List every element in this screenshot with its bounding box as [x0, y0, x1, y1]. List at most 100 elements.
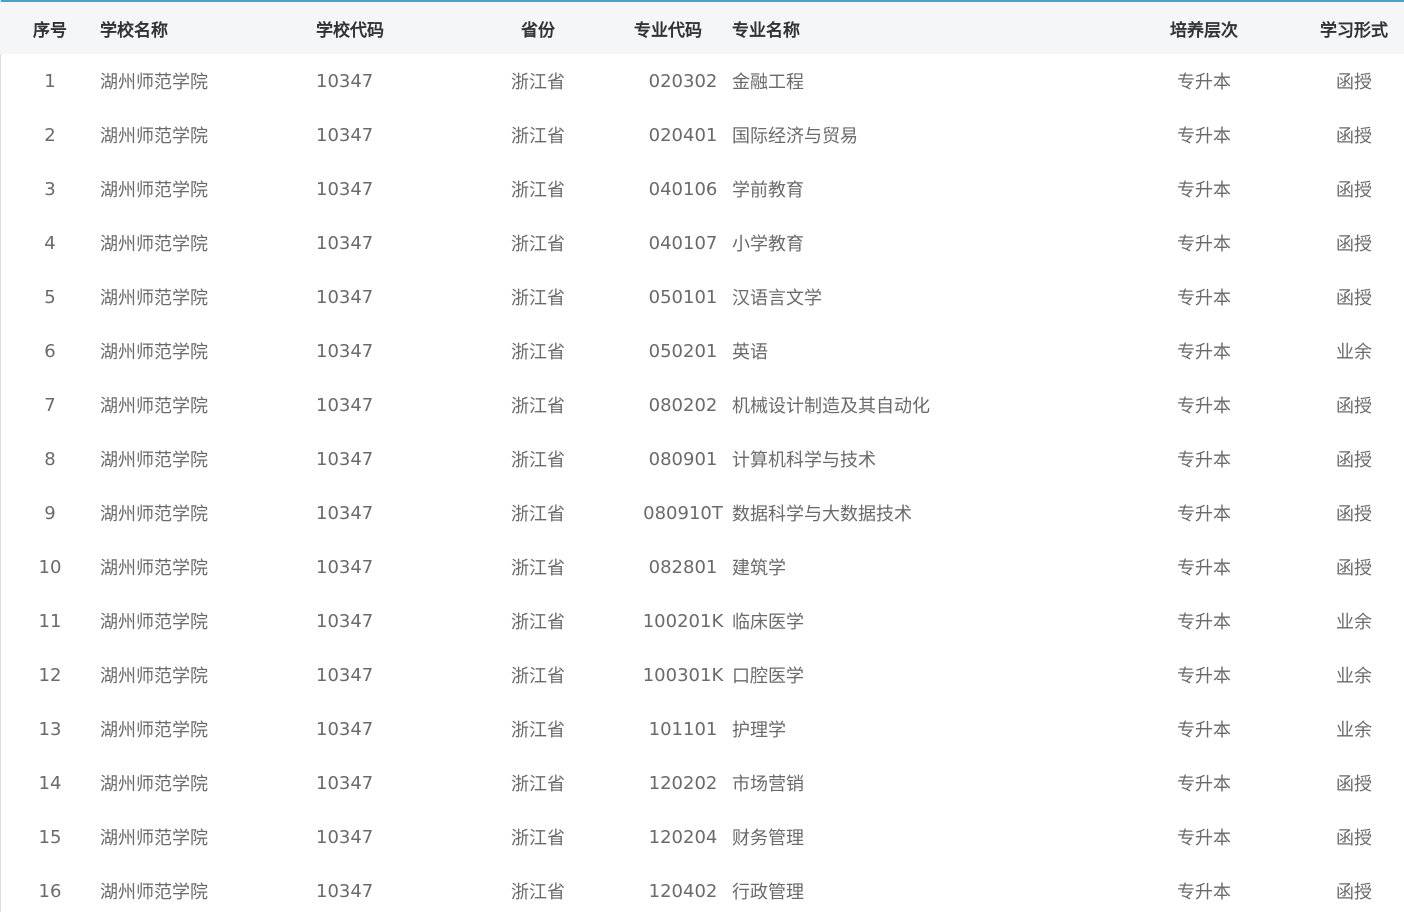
cell-level: 专升本: [1177, 504, 1231, 525]
cell-study-mode: 函授: [1336, 396, 1372, 417]
cell-index: 10: [38, 556, 62, 578]
cell-level: 专升本: [1177, 720, 1231, 741]
cell-index: 14: [38, 772, 62, 794]
table-row: 11 湖州师范学院 10347 浙江省 100201K 临床医学 专升本 业余: [0, 594, 1404, 648]
cell-school-name: 湖州师范学院: [100, 720, 208, 741]
cell-major-name: 汉语言文学: [732, 288, 822, 309]
cell-school-name: 湖州师范学院: [100, 504, 208, 525]
cell-province: 浙江省: [511, 828, 565, 849]
cell-major-name: 财务管理: [732, 828, 804, 849]
cell-school-code: 10347: [316, 340, 374, 362]
cell-level: 专升本: [1177, 342, 1231, 363]
table-row: 2 湖州师范学院 10347 浙江省 020401 国际经济与贸易 专升本 函授: [0, 108, 1404, 162]
cell-school-name: 湖州师范学院: [100, 288, 208, 309]
cell-school-name: 湖州师范学院: [100, 396, 208, 417]
cell-school-name: 湖州师范学院: [100, 666, 208, 687]
cell-level: 专升本: [1177, 882, 1231, 903]
cell-level: 专升本: [1177, 450, 1231, 471]
table-row: 5 湖州师范学院 10347 浙江省 050101 汉语言文学 专升本 函授: [0, 270, 1404, 324]
col-header-major-code: 专业代码: [634, 20, 702, 41]
col-header-index: 序号: [33, 20, 67, 41]
cell-school-name: 湖州师范学院: [100, 450, 208, 471]
cell-study-mode: 业余: [1336, 666, 1372, 687]
table-row: 9 湖州师范学院 10347 浙江省 080910T 数据科学与大数据技术 专升本 函授: [0, 486, 1404, 540]
cell-school-code: 10347: [316, 610, 374, 632]
cell-school-name: 湖州师范学院: [100, 126, 208, 147]
cell-school-code: 10347: [316, 826, 374, 848]
cell-study-mode: 业余: [1336, 612, 1372, 633]
cell-study-mode: 函授: [1336, 126, 1372, 147]
cell-study-mode: 函授: [1336, 72, 1372, 93]
col-header-school-name: 学校名称: [100, 20, 168, 41]
cell-study-mode: 函授: [1336, 882, 1372, 903]
col-header-school-code: 学校代码: [316, 20, 384, 41]
table-row: 16 湖州师范学院 10347 浙江省 120402 行政管理 专升本 函授: [0, 864, 1404, 912]
cell-school-name: 湖州师范学院: [100, 882, 208, 903]
cell-school-code: 10347: [316, 394, 374, 416]
cell-major-name: 金融工程: [732, 72, 804, 93]
cell-province: 浙江省: [511, 288, 565, 309]
cell-level: 专升本: [1177, 612, 1231, 633]
cell-province: 浙江省: [511, 612, 565, 633]
cell-index: 15: [38, 826, 62, 848]
cell-province: 浙江省: [511, 234, 565, 255]
cell-level: 专升本: [1177, 234, 1231, 255]
cell-study-mode: 函授: [1336, 288, 1372, 309]
table-header-row: 序号 学校名称 学校代码 省份 专业代码 专业名称 培养层次 学习形式: [0, 2, 1404, 54]
cell-school-code: 10347: [316, 124, 374, 146]
cell-level: 专升本: [1177, 288, 1231, 309]
cell-level: 专升本: [1177, 828, 1231, 849]
cell-major-name: 口腔医学: [732, 666, 804, 687]
cell-major-code: 120204: [648, 826, 718, 848]
table-row: 7 湖州师范学院 10347 浙江省 080202 机械设计制造及其自动化 专升本 函授: [0, 378, 1404, 432]
cell-school-code: 10347: [316, 718, 374, 740]
table-body: 1 湖州师范学院 10347 浙江省 020302 金融工程 专升本 函授 2 湖州师范学院 103…: [0, 54, 1404, 912]
col-header-study-mode: 学习形式: [1320, 20, 1388, 41]
cell-index: 16: [38, 880, 62, 902]
cell-major-code: 020401: [648, 124, 718, 146]
cell-index: 13: [38, 718, 62, 740]
cell-major-code: 082801: [648, 556, 718, 578]
cell-index: 12: [38, 664, 62, 686]
cell-index: 6: [44, 340, 56, 362]
cell-level: 专升本: [1177, 396, 1231, 417]
col-header-major-name: 专业名称: [732, 20, 800, 41]
cell-major-code: 040107: [648, 232, 718, 254]
cell-study-mode: 函授: [1336, 450, 1372, 471]
cell-major-name: 国际经济与贸易: [732, 126, 858, 147]
cell-study-mode: 函授: [1336, 828, 1372, 849]
cell-study-mode: 函授: [1336, 558, 1372, 579]
cell-school-name: 湖州师范学院: [100, 612, 208, 633]
table-row: 1 湖州师范学院 10347 浙江省 020302 金融工程 专升本 函授: [0, 54, 1404, 108]
cell-school-code: 10347: [316, 70, 374, 92]
cell-major-name: 临床医学: [732, 612, 804, 633]
col-header-level: 培养层次: [1170, 20, 1238, 41]
cell-province: 浙江省: [511, 558, 565, 579]
cell-province: 浙江省: [511, 504, 565, 525]
cell-school-name: 湖州师范学院: [100, 774, 208, 795]
cell-major-name: 建筑学: [732, 558, 786, 579]
cell-school-code: 10347: [316, 556, 374, 578]
cell-major-code: 020302: [648, 70, 718, 92]
cell-major-name: 小学教育: [732, 234, 804, 255]
cell-level: 专升本: [1177, 774, 1231, 795]
cell-major-name: 学前教育: [732, 180, 804, 201]
cell-study-mode: 业余: [1336, 342, 1372, 363]
cell-study-mode: 函授: [1336, 180, 1372, 201]
cell-study-mode: 函授: [1336, 234, 1372, 255]
table-row: 8 湖州师范学院 10347 浙江省 080901 计算机科学与技术 专升本 函授: [0, 432, 1404, 486]
table-row: 3 湖州师范学院 10347 浙江省 040106 学前教育 专升本 函授: [0, 162, 1404, 216]
cell-study-mode: 函授: [1336, 774, 1372, 795]
cell-level: 专升本: [1177, 72, 1231, 93]
cell-province: 浙江省: [511, 180, 565, 201]
cell-index: 5: [44, 286, 56, 308]
cell-school-name: 湖州师范学院: [100, 342, 208, 363]
table-row: 10 湖州师范学院 10347 浙江省 082801 建筑学 专升本 函授: [0, 540, 1404, 594]
cell-school-code: 10347: [316, 232, 374, 254]
cell-major-name: 数据科学与大数据技术: [732, 504, 912, 525]
cell-major-code: 100301K: [642, 664, 724, 686]
cell-major-name: 机械设计制造及其自动化: [732, 396, 930, 417]
cell-school-code: 10347: [316, 664, 374, 686]
cell-index: 4: [44, 232, 56, 254]
cell-province: 浙江省: [511, 126, 565, 147]
